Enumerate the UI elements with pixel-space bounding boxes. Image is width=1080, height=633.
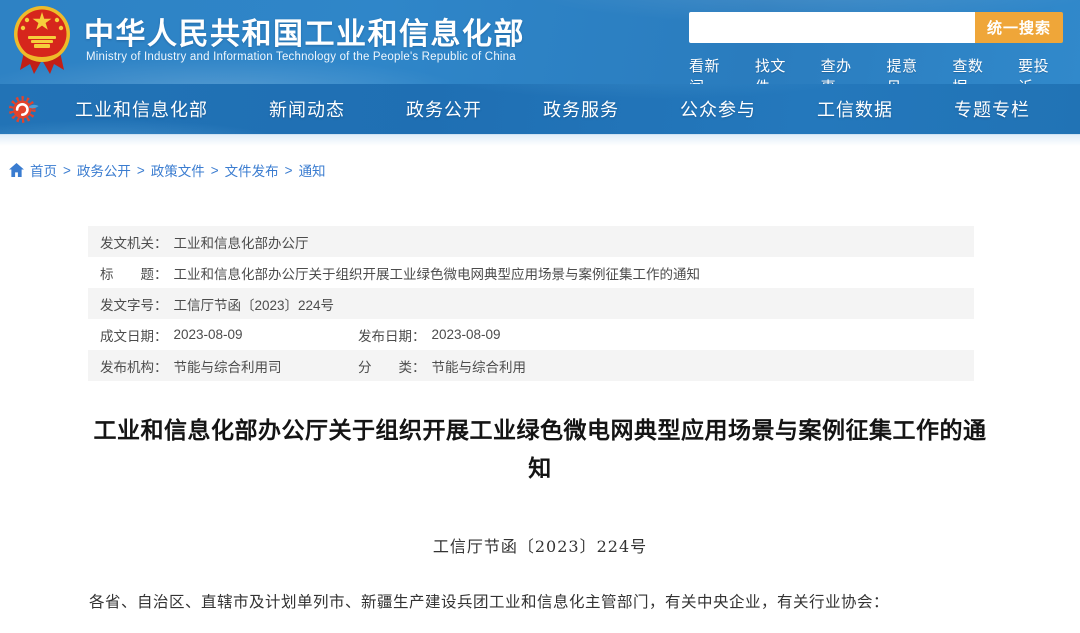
nav-bottom-strip	[0, 134, 1080, 146]
breadcrumb-notice: 通知	[299, 160, 326, 180]
main-nav: 工业和信息化部 新闻动态 政务公开 政务服务 公众参与 工信数据 专题专栏	[0, 84, 1080, 134]
meta-label: 发文字号：	[100, 294, 168, 314]
document-body-paragraph: 各省、自治区、直辖市及计划单列市、新疆生产建设兵团工业和信息化主管部门，有关中央…	[58, 589, 1022, 615]
nav-item-gov-services[interactable]: 政务服务	[543, 96, 619, 122]
site-subtitle: Ministry of Industry and Information Tec…	[86, 51, 516, 63]
meta-label: 成文日期：	[100, 325, 168, 345]
unified-search-button[interactable]: 统一搜索	[975, 12, 1063, 43]
breadcrumb-gov-affairs[interactable]: 政务公开	[77, 160, 131, 180]
nav-item-news[interactable]: 新闻动态	[269, 96, 345, 122]
breadcrumb-separator: >	[63, 163, 71, 178]
national-emblem-icon	[10, 4, 74, 78]
document-meta-table: 发文机关： 工业和信息化部办公厅 标 题： 工业和信息化部办公厅关于组织开展工业…	[88, 226, 974, 381]
meta-value: 节能与综合利用司	[174, 356, 282, 376]
unified-search-input[interactable]	[689, 12, 975, 43]
breadcrumb: 首页 > 政务公开 > 政策文件 > 文件发布 > 通知	[9, 160, 1080, 180]
meta-label: 发布日期：	[358, 325, 426, 345]
meta-label: 发布机构：	[100, 356, 168, 376]
meta-value: 2023-08-09	[432, 327, 501, 342]
breadcrumb-separator: >	[211, 163, 219, 178]
meta-row-dates: 成文日期： 2023-08-09 发布日期： 2023-08-09	[88, 319, 974, 350]
meta-row-issuing-office: 发文机关： 工业和信息化部办公厅	[88, 226, 974, 257]
document-title: 工业和信息化部办公厅关于组织开展工业绿色微电网典型应用场景与案例征集工作的通知	[87, 411, 993, 487]
meta-row-title: 标 题： 工业和信息化部办公厅关于组织开展工业绿色微电网典型应用场景与案例征集工…	[88, 257, 974, 288]
nav-item-special-topics[interactable]: 专题专栏	[954, 96, 1030, 122]
site-title[interactable]: 中华人民共和国工业和信息化部	[84, 9, 525, 53]
breadcrumb-home[interactable]: 首页	[30, 160, 57, 180]
breadcrumb-document-release[interactable]: 文件发布	[225, 160, 279, 180]
meta-label: 分 类：	[358, 356, 426, 376]
gov-e-gear-icon	[8, 94, 40, 125]
meta-value: 工业和信息化部办公厅	[174, 232, 309, 252]
meta-value: 工业和信息化部办公厅关于组织开展工业绿色微电网典型应用场景与案例征集工作的通知	[174, 263, 701, 283]
meta-value: 工信厅节函〔2023〕224号	[174, 294, 335, 314]
nav-item-miit[interactable]: 工业和信息化部	[75, 96, 208, 122]
breadcrumb-policy-documents[interactable]: 政策文件	[151, 160, 205, 180]
breadcrumb-separator: >	[137, 163, 145, 178]
breadcrumb-separator: >	[285, 163, 293, 178]
meta-label: 发文机关：	[100, 232, 168, 252]
nav-item-participation[interactable]: 公众参与	[680, 96, 756, 122]
nav-item-gov-affairs[interactable]: 政务公开	[406, 96, 482, 122]
site-header: 中华人民共和国工业和信息化部 Ministry of Industry and …	[0, 0, 1080, 84]
meta-value: 节能与综合利用	[432, 356, 527, 376]
home-icon[interactable]	[9, 163, 24, 177]
meta-row-agency-category: 发布机构： 节能与综合利用司 分 类： 节能与综合利用	[88, 350, 974, 381]
meta-label: 标 题：	[100, 263, 168, 283]
meta-row-doc-number: 发文字号： 工信厅节函〔2023〕224号	[88, 288, 974, 319]
document-number: 工信厅节函〔2023〕224号	[0, 533, 1080, 557]
nav-item-miit-data[interactable]: 工信数据	[817, 96, 893, 122]
meta-value: 2023-08-09	[174, 327, 243, 342]
